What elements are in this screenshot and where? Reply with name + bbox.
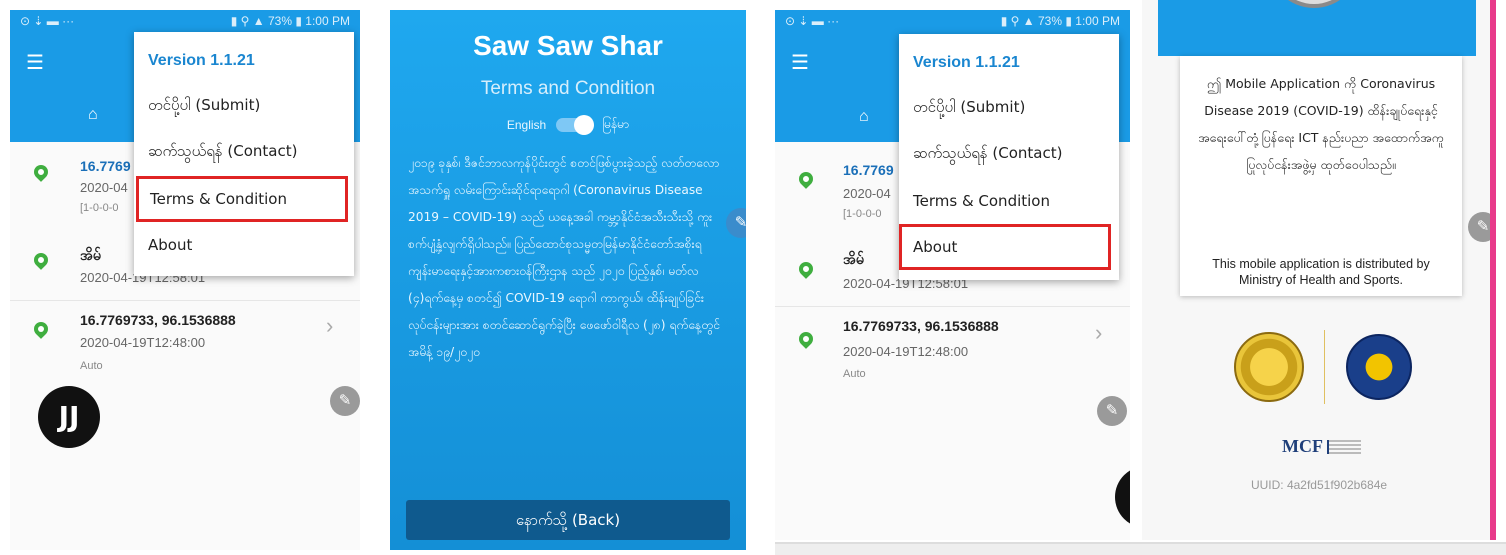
language-toggle[interactable]: English မြန်မာ [390,115,746,135]
app-name: Saw Saw Shar [473,30,663,61]
lang-myanmar: မြန်မာ [602,117,630,131]
list-item-title[interactable]: အိမ် [843,250,864,271]
location-pin-icon [31,162,51,182]
edit-fab-icon[interactable]: ✎ [330,386,360,416]
lang-english: English [506,118,547,132]
menu-item-contact[interactable]: ဆက်သွယ်ရန် (Contact) [134,130,354,176]
clock: 1:00 PM [305,14,350,28]
menu-version: Version 1.1.21 [913,54,1020,71]
battery-level: 73% [267,14,292,28]
home-icon[interactable]: ⌂ [88,106,98,124]
overflow-menu: Version 1.1.21 တင်ပို့ပါ (Submit) ဆက်သွယ… [899,34,1119,280]
notification-icons: ⊙ ⇣ ▬ ··· [785,14,840,28]
toggle-switch[interactable] [556,115,595,135]
divider [10,300,360,301]
hamburger-menu-icon[interactable]: ☰ [791,50,809,75]
header-banner [1158,0,1476,56]
chevron-right-icon[interactable]: › [1095,320,1102,346]
ministry-transport-seal [1346,334,1412,400]
location-pin-icon [796,329,816,349]
edge-strip [1490,0,1496,540]
list-item-date: 2020-04-19T12:48:00 [843,344,969,359]
uuid-label: UUID: 4a2fd51f902b684e [1250,478,1388,492]
terms-body: ၂၀၁၉ ခုနှစ်၊ ဒီဇင်ဘာလကုန်ပိုင်းတွင် စတင်… [408,156,720,359]
terms-title: Terms and Condition [480,78,656,99]
about-text-myanmar: ဤ Mobile Application ကို Coronavirus Dis… [1198,76,1444,172]
screenshot-about: ဤ Mobile Application ကို Coronavirus Dis… [1142,0,1496,540]
battery-level: 73% [1037,14,1062,28]
clock: 1:00 PM [1075,14,1120,28]
figure-badge: JJ [38,386,100,448]
about-card: ဤ Mobile Application ကို Coronavirus Dis… [1180,56,1462,296]
location-pin-icon [31,250,51,270]
edit-fab-icon[interactable]: ✎ [1097,396,1127,426]
battery-icon: ▮ [295,14,302,28]
signal-icon: ▮ ⚲ ▲ [1000,14,1035,28]
location-pin-icon [796,259,816,279]
menu-item-submit[interactable]: တင်ပို့ပါ (Submit) [899,86,1119,132]
menu-item-submit[interactable]: တင်ပို့ပါ (Submit) [134,84,354,130]
list-item-sub: [1-0-0-0 [80,202,119,214]
screenshot-terms: Saw Saw Shar Terms and Condition English… [390,10,746,550]
status-bar: ⊙ ⇣ ▬ ··· ▮ ⚲ ▲ 73% ▮ 1:00 PM [775,10,1130,32]
notification-icons: ⊙ ⇣ ▬ ··· [20,14,75,28]
list-item-title[interactable]: 16.7769 [80,158,131,174]
list-item-sub: [1-0-0-0 [843,208,882,220]
about-text-english: This mobile application is distributed b… [1212,257,1430,287]
chevron-right-icon[interactable]: › [326,313,333,339]
list-item-title[interactable]: အိမ် [80,246,101,267]
list-item-sub: Auto [80,360,103,372]
caption-band [775,542,1506,555]
menu-version: Version 1.1.21 [148,52,255,69]
back-button-label: နောက်သို့ (Back) [515,511,621,529]
home-icon[interactable]: ⌂ [859,108,869,126]
location-pin-icon [796,169,816,189]
menu-item-terms[interactable]: Terms & Condition [136,176,348,222]
screenshot-menu-about: ⊙ ⇣ ▬ ··· ▮ ⚲ ▲ 73% ▮ 1:00 PM ☰ ⌂ 16.776… [775,10,1130,540]
list-item-date: 2020-04-19T12:48:00 [80,335,206,350]
location-pin-icon [31,319,51,339]
edit-fab-icon[interactable]: ✎ [726,208,746,238]
status-bar: ⊙ ⇣ ▬ ··· ▮ ⚲ ▲ 73% ▮ 1:00 PM [10,10,360,32]
list-item-title[interactable]: 16.7769733, 96.1536888 [843,318,999,334]
menu-item-contact[interactable]: ဆက်သွယ်ရန် (Contact) [899,132,1119,178]
list-item-date: 2020-04 [843,186,891,201]
back-button[interactable]: နောက်သို့ (Back) [406,500,730,540]
list-item-date: 2020-04 [80,180,128,195]
hamburger-menu-icon[interactable]: ☰ [26,50,44,75]
overflow-menu: Version 1.1.21 တင်ပို့ပါ (Submit) ဆက်သွယ… [134,32,354,276]
list-item-title[interactable]: 16.7769 [843,162,894,178]
signal-icon: ▮ ⚲ ▲ [230,14,265,28]
menu-item-about[interactable]: About [899,224,1111,270]
screenshot-menu-terms: ⊙ ⇣ ▬ ··· ▮ ⚲ ▲ 73% ▮ 1:00 PM ☰ ⌂ 16.776… [10,10,360,550]
list-item-title[interactable]: 16.7769733, 96.1536888 [80,312,236,328]
menu-item-about[interactable]: About [134,222,354,268]
battery-icon: ▮ [1065,14,1072,28]
divider [775,306,1130,307]
figure-badge: J၃ [1115,466,1130,528]
list-item-sub: Auto [843,368,866,380]
mcf-logo-text: MCF [1282,436,1323,456]
mcf-logo: MCF [1282,436,1361,457]
menu-item-terms[interactable]: Terms & Condition [899,178,1119,224]
logo-divider [1324,330,1325,404]
ministry-health-seal [1234,332,1304,402]
